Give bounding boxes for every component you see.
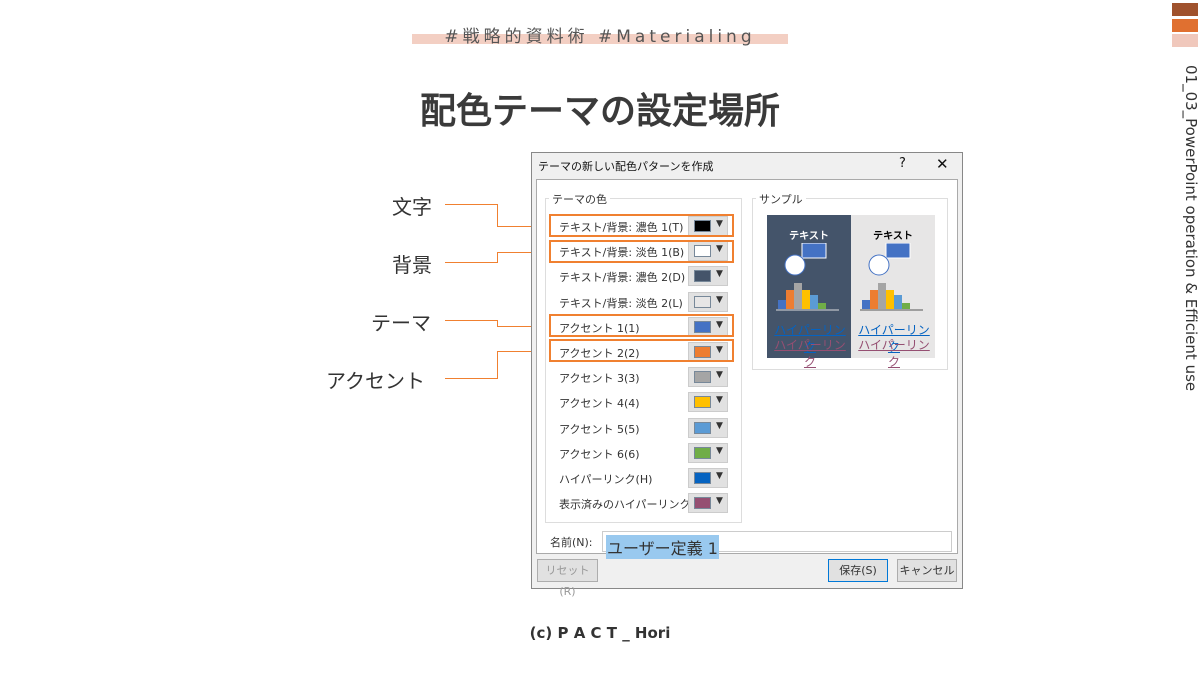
theme-colors-group-label: テーマの色 [549,191,610,207]
color-picker-button[interactable]: ▼ [688,291,728,312]
name-label: 名前(N): [550,536,593,549]
color-picker-button[interactable]: ▼ [688,442,728,463]
brand-square-3 [1172,34,1198,47]
sample-graphic [860,243,923,311]
close-button[interactable]: ✕ [936,155,949,173]
brand-square-2 [1172,19,1198,32]
reset-button[interactable]: リセット(R) [537,559,598,598]
color-swatch [694,446,711,459]
save-button[interactable]: 保存(S) [828,559,888,582]
dropdown-arrow-icon: ▼ [716,269,723,280]
color-picker-button[interactable]: ▼ [688,266,728,287]
color-picker-button[interactable]: ▼ [688,468,728,488]
name-value: ユーザー定義 1 [606,535,719,559]
color-row-label: テキスト/背景: 淡色 2(L) [559,296,683,310]
color-row-label: ハイパーリンク(H) [559,473,653,486]
callout-background: 背景 [392,253,432,277]
sample-visited-hyperlink: ハイパーリンク [858,338,930,369]
color-row-label: テキスト/背景: 濃色 2(D) [559,271,686,285]
highlight-box [549,214,734,237]
sample-group-label: サンプル [756,191,806,207]
color-row-label: アクセント 5(5) [559,422,640,436]
color-swatch [694,295,711,308]
copyright: (c) P A C T _ Hori [529,624,671,642]
tagline: #戦略的資料術 #Materialing [444,27,756,47]
color-swatch [694,497,711,510]
brand-square-1 [1172,3,1198,16]
dropdown-arrow-icon: ▼ [716,496,723,507]
color-swatch [694,472,711,484]
callout-accent: アクセント [326,369,425,393]
callout-line [445,320,498,327]
sample-text: テキスト [873,231,913,242]
color-row-label: アクセント 4(4) [559,397,640,411]
side-label: 01_03_PowerPoint operation & Efficient u… [1182,65,1200,392]
callout-line [445,351,498,379]
color-swatch [694,371,711,384]
color-row-label: 表示済みのハイパーリンク(F) [559,498,706,512]
sample-text: テキスト [789,231,829,242]
color-picker-button[interactable]: ▼ [688,417,728,438]
cancel-button[interactable]: キャンセル [897,559,957,582]
color-swatch [694,396,711,409]
color-row-label: アクセント 3(3) [559,372,640,386]
dropdown-arrow-icon: ▼ [716,395,723,406]
callout-line [445,204,498,227]
color-picker-button[interactable]: ▼ [688,493,728,514]
color-swatch [694,421,711,434]
dialog-title: テーマの新しい配色パターンを作成 [538,160,714,173]
callout-line [445,252,498,263]
color-swatch [694,270,711,283]
color-row-label: アクセント 6(6) [559,447,640,461]
sample-graphic [776,243,839,311]
dropdown-arrow-icon: ▼ [716,420,723,431]
sample-light: テキスト ハイパーリンク ハイパーリンク [851,215,935,369]
highlight-box [549,314,734,337]
color-picker-button[interactable]: ▼ [688,367,728,388]
sample-dark: テキスト ハイパーリンク ハイパーリンク [767,215,851,369]
callout-text: 文字 [392,195,432,219]
color-picker-button[interactable]: ▼ [688,392,728,413]
dropdown-arrow-icon: ▼ [716,471,723,481]
callout-theme: テーマ [371,311,431,335]
highlight-box [549,240,734,263]
sample-visited-hyperlink: ハイパーリンク [774,338,846,369]
help-button[interactable]: ? [899,156,906,171]
dropdown-arrow-icon: ▼ [716,370,723,381]
dropdown-arrow-icon: ▼ [716,294,723,305]
page-title: 配色テーマの設定場所 [419,91,780,132]
dropdown-arrow-icon: ▼ [716,445,723,456]
name-input[interactable]: ユーザー定義 1 [602,531,952,559]
highlight-box [549,339,734,362]
